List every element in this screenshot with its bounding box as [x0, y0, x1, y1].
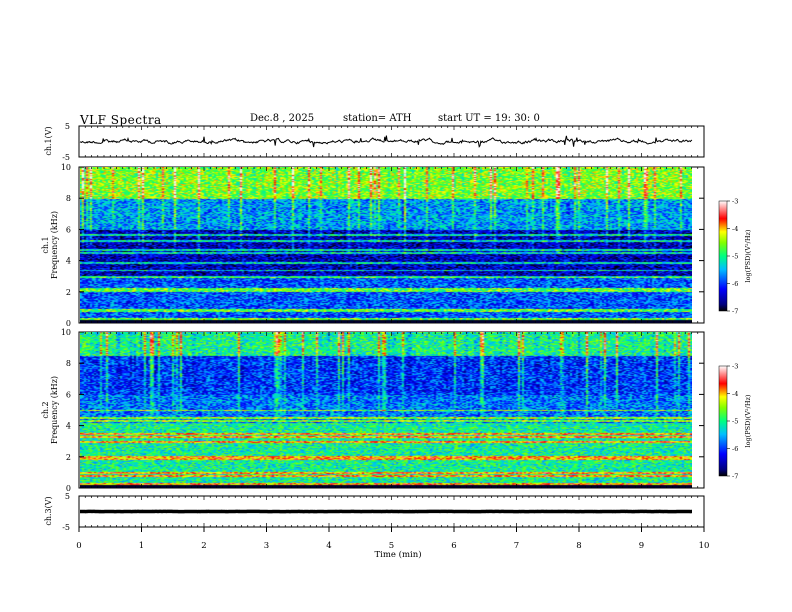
colorbar-tick-label: -5 [732, 253, 738, 261]
ch1-colorbar-label: log(PSD)(V²/Hz) [744, 229, 752, 282]
ch2-spec-ylabel-channel: ch.2 [41, 401, 50, 418]
ch1-ylabel: ch.1(V) [44, 126, 53, 155]
colorbar-tick-label: -4 [732, 390, 738, 398]
vlf-spectra-figure: 5 -5 ch.1(V) 0246810 ch.1 Frequency (kHz… [41, 122, 752, 560]
ch2-colorbar: -3 -4 -5 -6 -7 log(PSD)(V²/Hz) [718, 363, 752, 481]
ch1-ytick-bottom: -5 [62, 153, 70, 162]
y-tick-label: 6 [66, 390, 71, 399]
colorbar-tick-label: -5 [732, 418, 738, 426]
ch1-ytick-top: 5 [65, 122, 70, 131]
y-tick-label: 4 [66, 422, 71, 431]
y-tick-label: 0 [66, 319, 71, 328]
x-tick-label: 3 [264, 541, 269, 551]
x-tick-label: 9 [639, 541, 644, 551]
colorbar-tick-label: -7 [732, 308, 738, 316]
ch3-ytick-bottom: -5 [62, 523, 70, 532]
ch1-spec-ylabel: Frequency (kHz) [50, 211, 59, 279]
colorbar-tick-label: -6 [732, 445, 738, 453]
ch3-waveform-panel: 5 -5 ch.3(V) 0 1 2 3 4 5 6 7 8 9 10 Time (min) [44, 492, 709, 560]
y-tick-label: 10 [61, 163, 71, 172]
ch2-colorbar-label: log(PSD)(V²/Hz) [744, 394, 752, 447]
x-tick-label: 7 [514, 541, 519, 551]
x-tick-label: 8 [576, 541, 581, 551]
colorbar-tick-label: -6 [732, 280, 738, 288]
ch2-spectrogram-panel: 0246810 ch.2 Frequency (kHz) -3-4-5-6-7 … [41, 328, 752, 493]
ch3-ytick-top: 5 [65, 492, 70, 501]
x-axis-label: Time (min) [374, 549, 421, 560]
ch1-waveform-panel: 5 -5 ch.1(V) [44, 122, 705, 162]
ch1-spectrogram-panel: 0 2 4 6 8 10 ch.1 Frequency (kHz) -3 -4 -5 -6 -7 … [41, 163, 752, 328]
x-tick-label: 0 [76, 541, 81, 551]
y-tick-label: 8 [66, 194, 71, 203]
colorbar-tick-label: -7 [732, 473, 738, 481]
y-tick-label: 8 [66, 359, 71, 368]
ch1-colorbar: -3 -4 -5 -6 -7 log(PSD)(V²/Hz) [718, 198, 752, 316]
ch2-spec-ylabel: Frequency (kHz) [50, 376, 59, 444]
ch3-ylabel: ch.3(V) [44, 496, 53, 525]
y-tick-label: 2 [66, 288, 71, 297]
y-tick-label: 10 [61, 328, 71, 337]
ch1-spectrogram-image [80, 167, 692, 323]
colorbar-tick-label: -3 [732, 363, 738, 371]
ch1-colorbar-scale [718, 200, 728, 312]
ch1-spec-ylabel-channel: ch.1 [41, 236, 50, 253]
x-tick-label: 6 [451, 541, 456, 551]
y-tick-label: 4 [66, 257, 71, 266]
ch1-waveform-line [79, 135, 693, 148]
x-tick-label: 4 [326, 541, 331, 551]
ch2-spectrogram-image [80, 332, 692, 488]
x-tick-label: 1 [139, 541, 144, 551]
y-tick-label: 6 [66, 225, 71, 234]
colorbar-tick-label: -4 [732, 225, 738, 233]
colorbar-tick-label: -3 [732, 198, 738, 206]
x-tick-label: 10 [699, 541, 710, 551]
ch2-colorbar-scale [718, 365, 728, 477]
x-tick-label: 2 [201, 541, 206, 551]
y-tick-label: 2 [66, 453, 71, 462]
